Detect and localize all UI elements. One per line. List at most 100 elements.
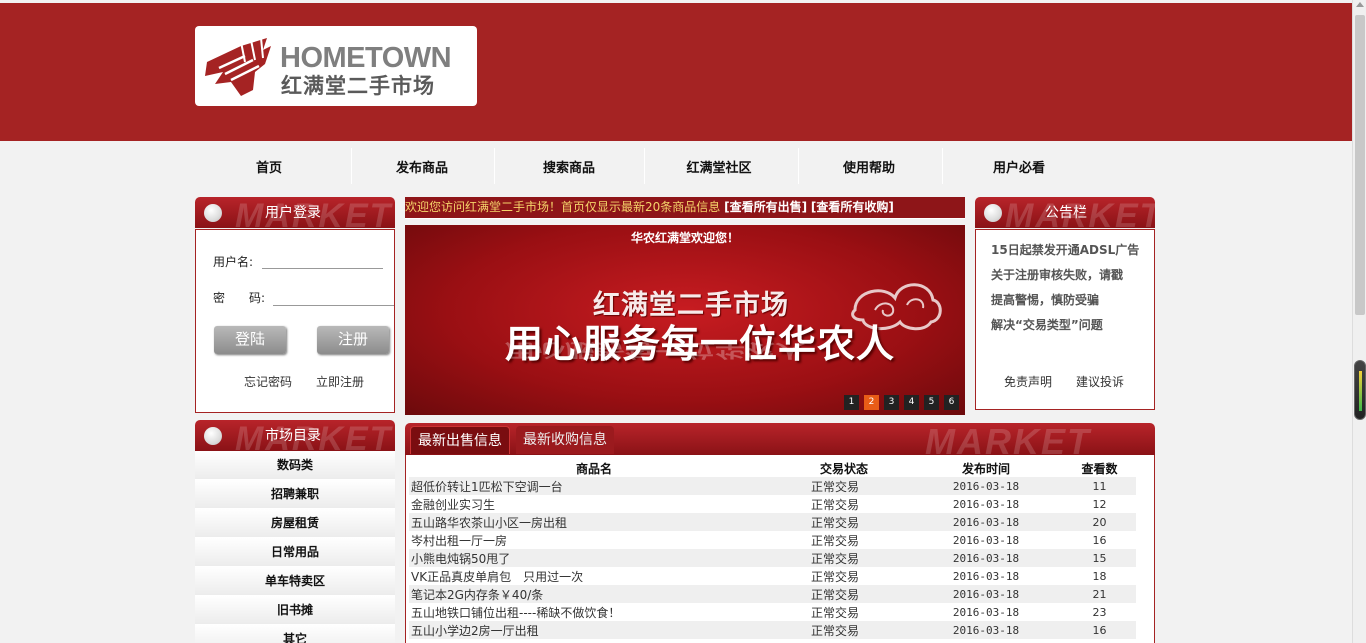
view-count: 11 [1063,477,1136,495]
publish-date: 2016-03-18 [909,585,1063,603]
table-row[interactable]: 五山小学边2房一厅出租 正常交易 2016-03-18 16 [409,621,1136,639]
banner-page-button-active[interactable]: 2 [864,395,879,410]
nav-search[interactable]: 搜索商品 [495,148,643,188]
column-header-views: 查看数 [1081,462,1118,476]
item-name-link[interactable]: 五山路华农茶山小区一房出租 [409,513,779,531]
table-row[interactable]: 超低价转让1匹松下空调一台 正常交易 2016-03-18 11 [409,477,1136,495]
view-count: 18 [1092,569,1107,583]
banner-pager: 123456 [839,393,959,410]
item-name-link[interactable]: 金融创业实习生 [409,495,779,513]
trade-status: 正常交易 [779,477,909,495]
category-title: 市场目录 [265,428,321,444]
banner-page-button[interactable]: 3 [884,395,899,410]
table-row[interactable]: VK正品真皮单肩包 只用过一次 正常交易 2016-03-18 18 [409,567,1136,585]
tab-latest-wanted[interactable]: 最新收购信息 [516,426,614,454]
hero-banner[interactable]: 华农红满堂欢迎您！ 红满堂二手市场 用心服务每一位华农人 用心服务每一位华农人 … [405,225,965,415]
signup-link[interactable]: 立即注册 [316,373,364,390]
main-nav: 首页 发布商品 搜索商品 红满堂社区 使用帮助 用户必看 [195,148,1155,188]
item-name-link[interactable]: 岑村出租一厅一房 [409,531,779,549]
login-title-bar: MARKET 用户登录 [195,197,395,228]
category-item-digital[interactable]: 数码类 [195,451,395,480]
item-name-link[interactable]: VK正品真皮单肩包 只用过一次 [409,567,779,585]
publish-date: 2016-03-18 [909,477,1063,495]
view-count: 21 [1063,585,1136,603]
scroll-up-icon[interactable] [1356,2,1364,7]
table-row[interactable]: 金融创业实习生 正常交易 2016-03-18 12 [409,495,1136,513]
publish-date: 2016-03-18 [909,621,1063,639]
notice-title: 公告栏 [1045,205,1087,221]
table-row[interactable]: 五山地铁口铺位出租----稀缺不做饮食！ 正常交易 2016-03-18 23 [409,603,1136,621]
login-button[interactable]: 登陆 [214,326,286,354]
volume-indicator-icon [1354,360,1366,420]
trade-status: 正常交易 [779,585,909,603]
category-item-other[interactable]: 其它 [195,625,395,643]
nav-post-item[interactable]: 发布商品 [352,148,492,188]
scrollbar-thumb[interactable] [1355,15,1365,315]
notice-item[interactable]: 15日起禁发开通ADSL广告 [991,241,1139,258]
view-count: 20 [1063,513,1136,531]
nav-must-read[interactable]: 用户必看 [943,148,1095,188]
trade-status: 正常交易 [779,513,909,531]
nav-home[interactable]: 首页 [195,148,343,188]
password-label: 密 码: [213,291,266,305]
trade-status: 正常交易 [811,533,860,548]
trade-status: 正常交易 [811,497,860,512]
column-header-name: 商品名 [575,462,612,476]
table-row[interactable]: 岑村出租一厅一房 正常交易 2016-03-18 16 [409,531,1136,549]
site-header: HOMETOWN 红满堂二手市场 [0,0,1352,141]
complaint-link[interactable]: 建议投诉 [1076,373,1124,390]
ball-icon [204,204,222,222]
all-sales-link[interactable]: [查看所有出售] [724,200,807,214]
category-item-jobs[interactable]: 招聘兼职 [195,480,395,509]
all-wanted-link[interactable]: [查看所有收购] [811,200,894,214]
notice-item[interactable]: 提高警惕，慎防受骗 [991,291,1099,308]
category-item-bikes[interactable]: 单车特卖区 [195,567,395,596]
listing-table: 商品名 交易状态 发布时间 查看数 超低价转让1匹松下空调一台 正常交易 2016-… [409,460,1136,639]
ball-icon [204,427,222,445]
banner-slogan-reflection: 用心服务每一位华农人 [505,339,805,361]
notice-title-bar: MARKET 公告栏 [975,197,1155,228]
category-item-rental[interactable]: 房屋租赁 [195,509,395,538]
login-title: 用户登录 [265,205,321,221]
column-header-status: 交易状态 [819,462,868,476]
announcement-marquee: 欢迎您访问红满堂二手市场！首页仅显示最新20条商品信息 [查看所有出售] [查看… [405,197,965,219]
category-item-books[interactable]: 旧书摊 [195,596,395,625]
username-label: 用户名: [213,255,254,269]
item-name-link[interactable]: 五山小学边2房一厅出租 [409,621,779,639]
item-name-link[interactable]: 笔记本2G内存条￥40/条 [409,585,779,603]
banner-page-button[interactable]: 1 [844,395,859,410]
table-row[interactable]: 笔记本2G内存条￥40/条 正常交易 2016-03-18 21 [409,585,1136,603]
market-watermark: MARKET [925,423,1091,455]
category-title-bar: MARKET 市场目录 [195,420,395,451]
item-name-link[interactable]: 超低价转让1匹松下空调一台 [409,477,779,495]
logo-chinese-text: 红满堂二手市场 [281,74,435,98]
tab-latest-sales[interactable]: 最新出售信息 [410,426,510,454]
publish-date: 2016-03-18 [952,533,1020,547]
forgot-password-link[interactable]: 忘记密码 [244,373,292,390]
item-name-link[interactable]: 小熊电炖锅50甩了 [409,549,779,567]
notice-item[interactable]: 解决“交易类型”问题 [991,316,1103,333]
page-scrollbar[interactable] [1352,0,1366,643]
username-input[interactable] [262,268,383,269]
table-row[interactable]: 五山路华农茶山小区一房出租 正常交易 2016-03-18 20 [409,513,1136,531]
publish-date: 2016-03-18 [909,549,1063,567]
notice-item[interactable]: 关于注册审核失败，请戳 [991,266,1123,283]
category-list: 数码类 招聘兼职 房屋租赁 日常用品 单车特卖区 旧书摊 其它 [195,451,395,643]
item-name-link[interactable]: 五山地铁口铺位出租----稀缺不做饮食！ [409,603,779,621]
marquee-text: 欢迎您访问红满堂二手市场！首页仅显示最新20条商品信息 [405,200,721,214]
category-item-daily[interactable]: 日常用品 [195,538,395,567]
nav-community[interactable]: 红满堂社区 [645,148,793,188]
listing-panel: 商品名 交易状态 发布时间 查看数 超低价转让1匹松下空调一台 正常交易 2016-… [405,455,1155,643]
password-input[interactable] [273,305,394,306]
nav-help[interactable]: 使用帮助 [799,148,939,188]
banner-page-button[interactable]: 6 [944,395,959,410]
disclaimer-link[interactable]: 免责声明 [1004,373,1052,390]
table-row[interactable]: 小熊电炖锅50甩了 正常交易 2016-03-18 15 [409,549,1136,567]
login-panel: 用户名: 密 码: 登陆 注册 忘记密码 立即注册 [195,229,395,413]
banner-page-button[interactable]: 4 [904,395,919,410]
site-logo[interactable]: HOMETOWN 红满堂二手市场 [195,26,477,106]
banner-page-button[interactable]: 5 [924,395,939,410]
view-count: 16 [1092,533,1107,547]
register-button[interactable]: 注册 [317,326,389,354]
view-count: 23 [1092,605,1107,619]
